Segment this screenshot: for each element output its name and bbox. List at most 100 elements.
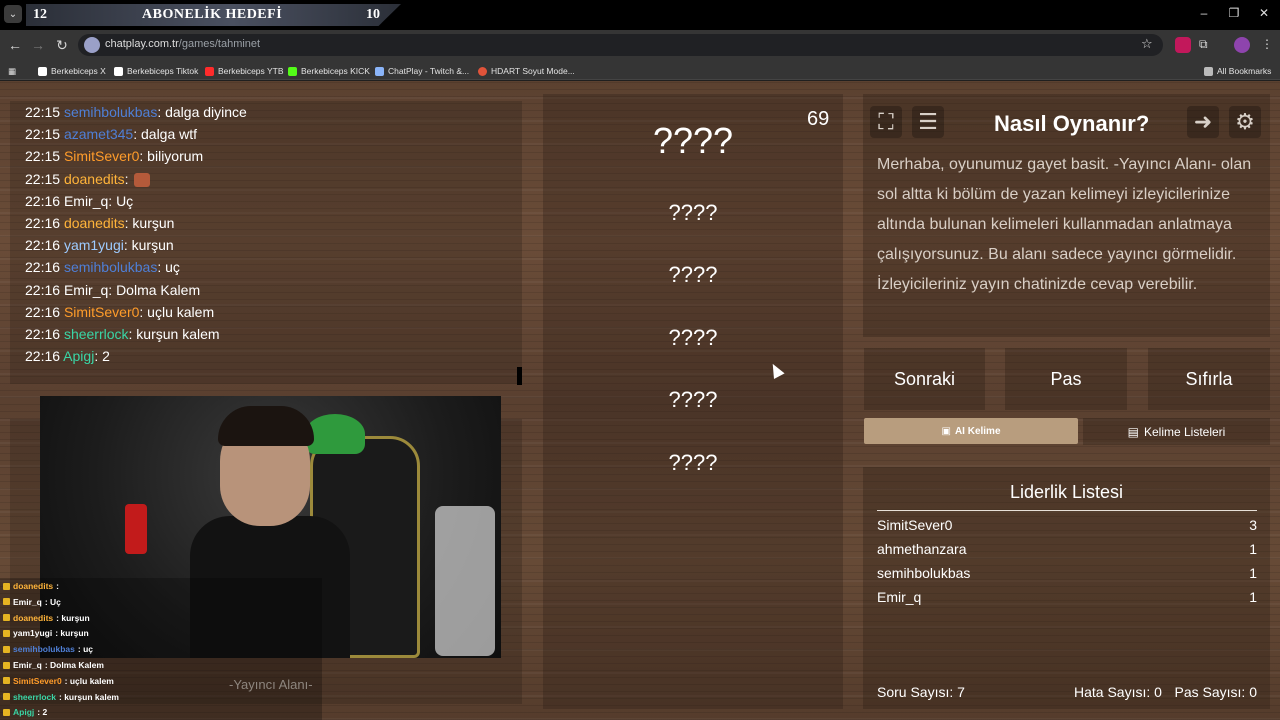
chat-scrollbar[interactable] (517, 367, 522, 385)
overlay-chat-username: doanedits (13, 612, 54, 623)
bookmark-berkebiceps-x[interactable]: Berkebiceps X (38, 64, 106, 78)
bookmarks-bar: ▦ Berkebiceps X Berkebiceps Tiktok Berke… (0, 60, 1280, 80)
overlay-chat-message: doanedits : (3, 579, 59, 593)
youtube-logo-icon (205, 66, 214, 76)
chat-time: 22:16 (25, 215, 61, 231)
game-page: 22:15 semihbolukbas: dalga diyince 22:15 … (0, 81, 1280, 720)
chat-username[interactable]: Apigj (63, 348, 94, 364)
chat-text: : biliyorum (139, 148, 204, 165)
bookmark-berkebiceps-ytb[interactable]: Berkebiceps YTB (205, 64, 284, 78)
extensions-puzzle-icon[interactable]: ⧉ (1199, 37, 1215, 53)
leaderboard-row: Emir_q 1 (877, 589, 1257, 609)
chat-time: 22:15 (25, 126, 61, 143)
logout-icon[interactable]: ➜ (1187, 106, 1219, 138)
restore-icon[interactable]: ❐ (1227, 6, 1241, 20)
ai-word-label: AI Kelime (954, 425, 1001, 437)
bookmark-berkebiceps-tiktok[interactable]: Berkebiceps Tiktok (114, 64, 198, 78)
player-name: Emir_q (877, 589, 922, 605)
chat-text: : (124, 170, 133, 187)
next-button[interactable]: Sonraki (864, 348, 985, 410)
reload-icon[interactable]: ↻ (53, 36, 71, 54)
forward-icon[interactable]: → (29, 36, 47, 54)
chat-message: 22:15 azamet345: dalga wtf (25, 126, 197, 146)
robot-icon: ▣ (941, 425, 951, 437)
close-icon[interactable]: ✕ (1257, 6, 1271, 20)
overlay-chat-message: doanedits : kurşun (3, 611, 90, 625)
reset-button[interactable]: Sıfırla (1148, 348, 1270, 410)
overlay-chat-message: Emir_q : Dolma Kalem (3, 658, 104, 672)
word-panel: 69 ???? ???? ???? ???? ???? ???? (543, 94, 843, 709)
bookmark-berkebiceps-kick[interactable]: Berkebiceps KICK (288, 64, 370, 78)
chat-username[interactable]: doanedits (64, 215, 125, 231)
chat-username[interactable]: SimitSever0 (64, 148, 139, 164)
badge-icon (3, 582, 10, 590)
profile-avatar[interactable] (1234, 37, 1250, 53)
chat-username[interactable]: sheerrlock (64, 326, 129, 342)
pass-button[interactable]: Pas (1005, 348, 1127, 410)
back-icon[interactable]: ← (6, 36, 24, 54)
minimize-icon[interactable]: – (1197, 6, 1211, 20)
chat-time: 22:16 (25, 348, 61, 365)
chat-time: 22:16 (25, 303, 61, 320)
overlay-chat-username: Emir_q (13, 596, 42, 607)
settings-gear-icon[interactable]: ⚙ (1229, 106, 1261, 138)
chat-username[interactable]: semihbolukbas (64, 104, 157, 120)
chat-text: : 2 (94, 348, 110, 365)
stream-overlay-chat: doanedits : Emir_q : Uç doanedits : kurşu… (0, 578, 322, 720)
overlay-chat-username: Apigj (13, 707, 35, 718)
x-logo-icon (38, 66, 47, 76)
chat-time: 22:16 (25, 281, 61, 298)
apps-grid-icon[interactable]: ▦ (8, 64, 16, 78)
overlay-chat-message: SimitSever0 : uçlu kalem (3, 674, 114, 688)
chat-username[interactable]: Emir_q (64, 282, 108, 298)
word-lists-button[interactable]: ▤ Kelime Listeleri (1083, 418, 1270, 445)
overlay-chat-text: : 2 (37, 707, 48, 718)
browser-menu-icon[interactable]: ⋮ (1259, 37, 1275, 53)
notes-icon[interactable]: ☰ (912, 106, 944, 138)
bookmark-star-icon[interactable]: ☆ (1141, 36, 1153, 52)
badge-icon (3, 629, 10, 637)
chat-time: 22:15 (25, 170, 61, 187)
chat-text: : kurşun (124, 215, 175, 231)
chat-username[interactable]: Emir_q (64, 193, 108, 209)
overlay-chat-text: : uç (77, 644, 94, 655)
all-bookmarks-folder[interactable]: All Bookmarks (1204, 64, 1271, 78)
site-info-icon[interactable] (84, 37, 100, 53)
leaderboard-panel: Liderlik Listesi SimitSever0 3 ahmethanz… (863, 467, 1270, 709)
chat-text: : Uç (108, 192, 134, 209)
url-bar[interactable]: chatplay.com.tr/games/tahminet (78, 34, 1163, 56)
browser-title-bar: ⌄ 12 ABONELİK HEDEFİ 10 – ❐ ✕ (0, 0, 1280, 30)
tab-search-button[interactable]: ⌄ (4, 5, 22, 23)
chat-text: : dalga wtf (133, 126, 198, 143)
url-path: /games/tahminet (178, 38, 261, 50)
badge-icon (3, 614, 10, 622)
webcam-elf-hat (305, 414, 365, 454)
url-text[interactable]: chatplay.com.tr/games/tahminet (105, 38, 260, 50)
clipboard-icon: ▤ (1127, 424, 1139, 439)
chat-message: 22:16 Emir_q: Uç (25, 193, 133, 213)
goal-target-count: 10 (366, 7, 380, 22)
question-count: Soru Sayısı: 7 (877, 684, 965, 700)
overlay-chat-text: : kurşun (55, 628, 89, 639)
badge-icon (3, 598, 10, 606)
chat-text: : uçlu kalem (139, 303, 215, 320)
forbidden-word: ???? (668, 450, 718, 475)
chat-username[interactable]: doanedits (64, 171, 125, 187)
chat-panel: 22:15 semihbolukbas: dalga diyince 22:15 … (10, 101, 522, 385)
bookmark-hdart[interactable]: HDART Soyut Mode... (478, 64, 575, 78)
chat-username[interactable]: semihbolukbas (64, 259, 157, 275)
extension-icon[interactable] (1175, 37, 1191, 53)
bookmark-chatplay[interactable]: ChatPlay - Twitch &... (375, 64, 469, 78)
overlay-chat-message: semihbolukbas : uç (3, 642, 93, 656)
chat-username[interactable]: SimitSever0 (64, 304, 139, 320)
ai-word-button[interactable]: ▣ AI Kelime (864, 418, 1078, 444)
player-name: SimitSever0 (877, 517, 953, 533)
chat-username[interactable]: yam1yugi (64, 237, 124, 253)
chat-username[interactable]: azamet345 (64, 126, 133, 142)
chat-time: 22:16 (25, 259, 61, 276)
fullscreen-icon[interactable]: ⛶ (870, 106, 902, 138)
url-host: chatplay.com.tr (105, 38, 179, 50)
leaderboard-row: ahmethanzara 1 (877, 541, 1257, 561)
chat-time: 22:16 (25, 192, 61, 209)
leaderboard-row: semihbolukbas 1 (877, 565, 1257, 585)
